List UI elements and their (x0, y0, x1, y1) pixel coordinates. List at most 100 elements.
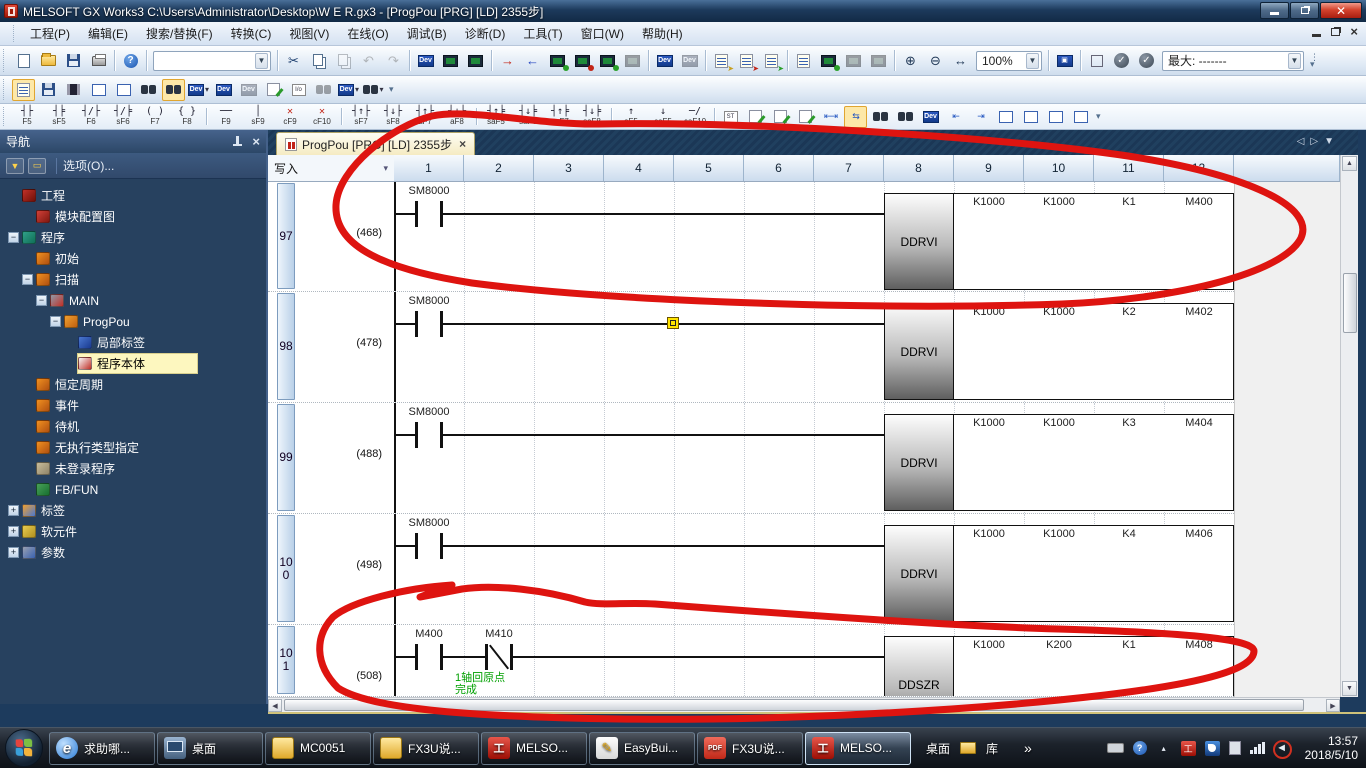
inline-st-button[interactable]: ST (719, 106, 742, 128)
device-jump-button[interactable]: Dev (919, 106, 942, 128)
mdi-minimize-button[interactable] (1312, 34, 1321, 37)
instruction-block-DDRVI[interactable]: DDRVIK1000K1000K3M404 (884, 414, 1234, 511)
tree-item-ProgPou[interactable]: −ProgPou (0, 311, 266, 332)
operand-K1000[interactable]: K1000 (954, 417, 1024, 429)
instruction-block-DDRVI[interactable]: DDRVIK1000K1000K2M402 (884, 303, 1234, 400)
indent-left-button[interactable]: ⇤ (944, 106, 967, 128)
find-button[interactable] (137, 79, 160, 101)
tree-item-初始[interactable]: 初始 (0, 248, 266, 269)
tree-item-未登录程序[interactable]: 未登录程序 (0, 458, 266, 479)
contact-M400[interactable] (415, 644, 418, 670)
menu-转换C[interactable]: 转换(C) (222, 22, 281, 45)
operand-K1000[interactable]: K1000 (954, 196, 1024, 208)
contact-SM8000[interactable] (440, 422, 443, 448)
contact-SM8000[interactable] (440, 533, 443, 559)
contact-SM8000[interactable] (415, 311, 418, 337)
tree-item-程序本体[interactable]: 程序本体 (0, 353, 266, 374)
contact-SM8000[interactable] (440, 311, 443, 337)
tab-scroll-arrows[interactable]: ◁▷▼ (1297, 136, 1340, 147)
menu-帮助H[interactable]: 帮助(H) (633, 22, 692, 45)
operand-M406[interactable]: M406 (1164, 528, 1234, 540)
monitor-pause-button[interactable] (621, 50, 644, 72)
ladder-symbol-sF9[interactable]: │sF9 (243, 105, 274, 129)
operand-K1000[interactable]: K1000 (1024, 196, 1094, 208)
tray-expand-icon[interactable]: ▴ (1156, 741, 1172, 755)
rung-97[interactable]: 97(468)SM8000DDRVIK1000K1000K1M400 (268, 182, 1234, 292)
tree-item-局部标签[interactable]: 局部标签 (0, 332, 266, 353)
open-file-button[interactable] (37, 50, 60, 72)
contact-M410[interactable] (485, 644, 488, 670)
collapse-icon[interactable]: − (36, 295, 47, 306)
ladder-symbol-cF10[interactable]: ✕cF10 (307, 105, 338, 129)
rung-100[interactable]: 100(498)SM8000DDRVIK1000K1000K4M406 (268, 514, 1234, 625)
ladder-symbol-F6[interactable]: ┤/├F6 (76, 105, 107, 129)
rung-99[interactable]: 99(488)SM8000DDRVIK1000K1000K3M404 (268, 403, 1234, 514)
ladder-symbol-F7[interactable]: ( )F7 (140, 105, 171, 129)
operand-K4[interactable]: K4 (1094, 528, 1164, 540)
horizontal-scrollbar[interactable]: ◀ ▶ (268, 697, 1340, 712)
ladder-symbol-saF8[interactable]: ┤↓╞saF8 (577, 105, 608, 129)
find-instruction-button[interactable] (894, 106, 917, 128)
indent-right-button[interactable]: ⇥ (969, 106, 992, 128)
operand-M408[interactable]: M408 (1164, 639, 1234, 651)
keyword-combo-arrow-icon[interactable]: ▼ (255, 53, 268, 69)
operand-K1[interactable]: K1 (1094, 639, 1164, 651)
copy-button[interactable] (307, 50, 330, 72)
edit-comment-button[interactable] (744, 106, 767, 128)
menu-视图V[interactable]: 视图(V) (280, 22, 338, 45)
mdi-close-button[interactable]: × (1350, 27, 1358, 37)
operand-K1000[interactable]: K1000 (1024, 417, 1094, 429)
expand-icon[interactable]: + (8, 547, 19, 558)
scroll-left-button[interactable]: ◀ (268, 699, 282, 712)
device-find-button[interactable]: Dev▾ (187, 79, 210, 101)
operand-K1000[interactable]: K1000 (954, 639, 1024, 651)
new-file-button[interactable] (12, 50, 35, 72)
verify-green-button[interactable] (546, 50, 569, 72)
max-combo-arrow-icon[interactable]: ▼ (1288, 53, 1301, 69)
find-device-button[interactable] (869, 106, 892, 128)
contact-SM8000[interactable] (440, 201, 443, 227)
scroll-up-button[interactable]: ▲ (1342, 156, 1357, 171)
print-button[interactable] (87, 50, 110, 72)
vertical-scrollbar[interactable]: ▲ ▼ (1340, 155, 1358, 697)
volume-muted-icon[interactable]: ◄ (1274, 741, 1290, 755)
menu-在线O[interactable]: 在线(O) (338, 22, 397, 45)
ladder-symbol-aF5[interactable]: ↑aF5 (616, 105, 647, 129)
monitor-start-button[interactable] (439, 50, 462, 72)
device-list-button[interactable]: Dev (212, 79, 235, 101)
operand-K3[interactable]: K3 (1094, 417, 1164, 429)
paste-button[interactable] (332, 50, 355, 72)
cut-button[interactable]: ✂ (282, 50, 305, 72)
monitor-run-button[interactable] (596, 50, 619, 72)
device-comment-2-button[interactable]: Dev (678, 50, 701, 72)
operand-M402[interactable]: M402 (1164, 306, 1234, 318)
ladder-symbol-F9[interactable]: ──F9 (211, 105, 242, 129)
network-signal-icon[interactable] (1250, 742, 1265, 754)
ladder-doc-button[interactable] (792, 50, 815, 72)
help-button[interactable]: ? (119, 50, 142, 72)
edit-statement-button[interactable] (769, 106, 792, 128)
insert-row-button[interactable]: ⇤⇥ (819, 106, 842, 128)
ladder-symbol-caF5[interactable]: ↓caF5 (648, 105, 679, 129)
operand-K1000[interactable]: K1000 (954, 528, 1024, 540)
rung-98[interactable]: 98(478)SM8000DDRVIK1000K1000K2M402 (268, 292, 1234, 403)
device-comment-button[interactable]: Dev (653, 50, 676, 72)
taskbar-app-MELSO[interactable]: 工MELSO... (481, 732, 587, 765)
toolbar-chevron[interactable]: » (1024, 740, 1032, 756)
menu-工程P[interactable]: 工程(P) (21, 22, 79, 45)
navigation-window-button[interactable] (12, 79, 35, 101)
find-window-button[interactable] (162, 79, 185, 101)
close-icon[interactable]: × (252, 136, 260, 147)
device-list-2-button[interactable]: Dev (237, 79, 260, 101)
menu-调试B[interactable]: 调试(B) (398, 22, 456, 45)
list-align-2-button[interactable] (1019, 106, 1042, 128)
ladder-symbol-F8[interactable]: { }F8 (172, 105, 203, 129)
rung-101[interactable]: 101(508)M400M4101轴回原点 完成DDSZRK1000K200K1… (268, 625, 1234, 697)
tree-item-软元件[interactable]: +软元件 (0, 521, 266, 542)
scroll-right-button[interactable]: ▶ (1326, 699, 1340, 712)
options-button[interactable]: 选项(O)... (63, 157, 114, 174)
collapse-icon[interactable]: − (8, 232, 19, 243)
operand-M400[interactable]: M400 (1164, 196, 1234, 208)
zoom-fit-button[interactable]: ↔ (949, 50, 972, 72)
watch-window-button[interactable] (112, 79, 135, 101)
